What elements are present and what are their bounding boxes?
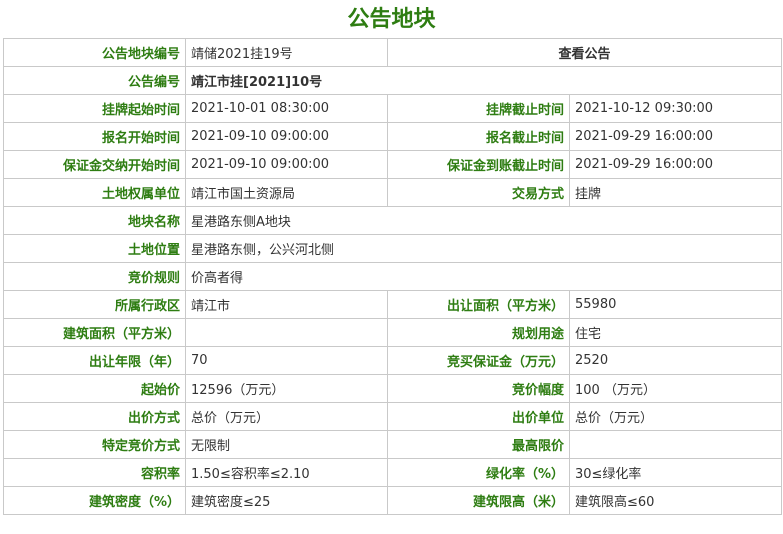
bid-mode-value: 总价（万元） <box>185 402 388 431</box>
floor-area-label: 建筑面积（平方米） <box>3 318 186 347</box>
table-row: 地块名称 星港路东侧A地块 <box>3 206 783 235</box>
notice-no-label: 公告编号 <box>3 66 186 95</box>
density-value: 建筑密度≤25 <box>185 486 388 515</box>
parcel-no-label: 公告地块编号 <box>3 38 186 67</box>
bid-rule-value: 价高者得 <box>184 262 783 291</box>
usage-label: 规划用途 <box>387 318 570 347</box>
owner-value: 靖江市国土资源局 <box>185 178 388 207</box>
bid-deposit-value: 2520 <box>568 346 783 375</box>
listing-end-label: 挂牌截止时间 <box>387 94 570 123</box>
parcel-info-table: 公告地块编号 靖储2021挂19号 查看公告 公告编号 靖江市挂[2021]10… <box>3 38 783 515</box>
bid-mode-label: 出价方式 <box>3 402 186 431</box>
signup-end-value: 2021-09-29 16:00:00 <box>568 122 783 151</box>
max-price-value <box>568 430 783 459</box>
bid-deposit-label: 竞买保证金（万元） <box>387 346 570 375</box>
bid-unit-label: 出价单位 <box>387 402 570 431</box>
table-row: 建筑面积（平方米） 规划用途 住宅 <box>3 318 783 347</box>
term-value: 70 <box>185 346 388 375</box>
deposit-start-value: 2021-09-10 09:00:00 <box>185 150 388 179</box>
table-row: 报名开始时间 2021-09-10 09:00:00 报名截止时间 2021-0… <box>3 122 783 151</box>
increment-value: 100 （万元） <box>568 374 783 403</box>
term-label: 出让年限（年） <box>3 346 186 375</box>
listing-start-value: 2021-10-01 08:30:00 <box>185 94 388 123</box>
table-row: 土地位置 星港路东侧，公兴河北侧 <box>3 234 783 263</box>
special-mode-label: 特定竞价方式 <box>3 430 186 459</box>
parcel-name-label: 地块名称 <box>3 206 186 235</box>
signup-start-value: 2021-09-10 09:00:00 <box>185 122 388 151</box>
height-value: 建筑限高≤60 <box>568 486 783 515</box>
floor-area-value <box>185 318 388 347</box>
table-row: 建筑密度（%） 建筑密度≤25 建筑限高（米） 建筑限高≤60 <box>3 486 783 515</box>
table-row: 出让年限（年） 70 竞买保证金（万元） 2520 <box>3 346 783 375</box>
location-value: 星港路东侧，公兴河北侧 <box>184 234 783 263</box>
table-row: 保证金交纳开始时间 2021-09-10 09:00:00 保证金到账截止时间 … <box>3 150 783 179</box>
bid-rule-label: 竞价规则 <box>3 262 186 291</box>
parcel-no-value: 靖储2021挂19号 <box>185 38 388 67</box>
height-label: 建筑限高（米） <box>387 486 570 515</box>
table-row: 所属行政区 靖江市 出让面积（平方米） 55980 <box>3 290 783 319</box>
signup-end-label: 报名截止时间 <box>387 122 570 151</box>
district-label: 所属行政区 <box>3 290 186 319</box>
district-value: 靖江市 <box>185 290 388 319</box>
notice-no-value: 靖江市挂[2021]10号 <box>184 66 783 95</box>
density-label: 建筑密度（%） <box>3 486 186 515</box>
page-title: 公告地块 <box>347 7 436 32</box>
increment-label: 竞价幅度 <box>387 374 570 403</box>
special-mode-value: 无限制 <box>185 430 388 459</box>
table-row: 公告编号 靖江市挂[2021]10号 <box>3 66 783 95</box>
truncated-text-fragment <box>14 528 184 534</box>
listing-end-value: 2021-10-12 09:30:00 <box>568 94 783 123</box>
green-label: 绿化率（%） <box>387 458 570 487</box>
start-price-value: 12596（万元） <box>185 374 388 403</box>
table-row: 挂牌起始时间 2021-10-01 08:30:00 挂牌截止时间 2021-1… <box>3 94 783 123</box>
parcel-name-value: 星港路东侧A地块 <box>184 206 783 235</box>
owner-label: 土地权属单位 <box>3 178 186 207</box>
trade-mode-label: 交易方式 <box>387 178 570 207</box>
deposit-end-label: 保证金到账截止时间 <box>387 150 570 179</box>
table-row: 竞价规则 价高者得 <box>3 262 783 291</box>
signup-start-label: 报名开始时间 <box>3 122 186 151</box>
max-price-label: 最高限价 <box>387 430 570 459</box>
green-value: 30≤绿化率 <box>568 458 783 487</box>
start-price-label: 起始价 <box>3 374 186 403</box>
view-notice-link[interactable]: 查看公告 <box>386 38 783 67</box>
listing-start-label: 挂牌起始时间 <box>3 94 186 123</box>
table-row: 容积率 1.50≤容积率≤2.10 绿化率（%） 30≤绿化率 <box>3 458 783 487</box>
table-row: 起始价 12596（万元） 竞价幅度 100 （万元） <box>3 374 783 403</box>
truncated-row-edge <box>0 528 783 534</box>
area-label: 出让面积（平方米） <box>387 290 570 319</box>
bid-unit-value: 总价（万元） <box>568 402 783 431</box>
table-row: 公告地块编号 靖储2021挂19号 查看公告 <box>3 38 783 67</box>
deposit-end-value: 2021-09-29 16:00:00 <box>568 150 783 179</box>
trade-mode-value: 挂牌 <box>568 178 783 207</box>
area-value: 55980 <box>568 290 783 319</box>
table-row: 出价方式 总价（万元） 出价单位 总价（万元） <box>3 402 783 431</box>
table-row: 特定竞价方式 无限制 最高限价 <box>3 430 783 459</box>
deposit-start-label: 保证金交纳开始时间 <box>3 150 186 179</box>
usage-value: 住宅 <box>568 318 783 347</box>
far-value: 1.50≤容积率≤2.10 <box>185 458 388 487</box>
far-label: 容积率 <box>3 458 186 487</box>
table-row: 土地权属单位 靖江市国土资源局 交易方式 挂牌 <box>3 178 783 207</box>
location-label: 土地位置 <box>3 234 186 263</box>
